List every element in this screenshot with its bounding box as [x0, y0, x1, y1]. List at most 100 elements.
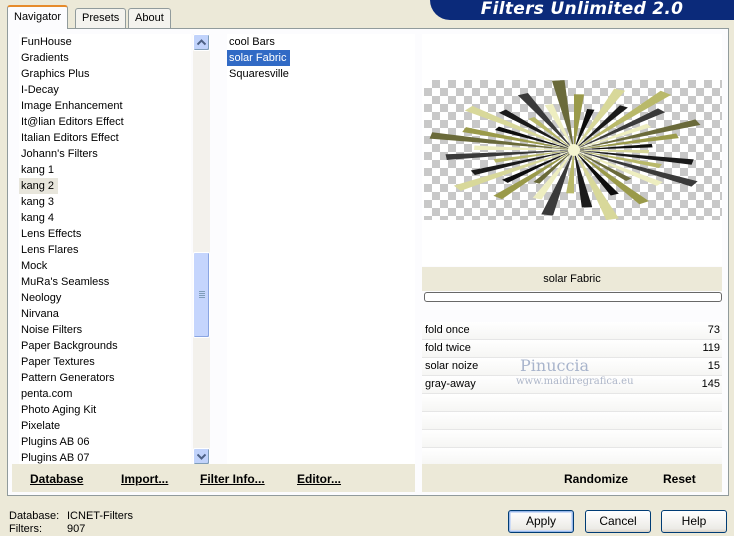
progress-bar [424, 292, 722, 302]
app-banner: Filters Unlimited 2.0 [430, 0, 734, 20]
category-item-label: Paper Backgrounds [21, 340, 118, 352]
param-row-empty [422, 394, 722, 412]
category-item-label: I-Decay [21, 84, 59, 96]
category-item-label: Noise Filters [21, 324, 83, 336]
param-row-empty [422, 412, 722, 430]
category-item[interactable]: Nirvana [19, 306, 191, 322]
category-item-label: penta.com [21, 388, 73, 400]
cancel-button[interactable]: Cancel [585, 510, 651, 533]
import-button[interactable]: Import... [121, 472, 168, 486]
category-item[interactable]: kang 2 [19, 178, 191, 194]
filter-item-label: cool Bars [229, 36, 275, 48]
category-item[interactable]: kang 4 [19, 210, 191, 226]
category-item[interactable]: Noise Filters [19, 322, 191, 338]
category-item-label: MuRa's Seamless [21, 276, 110, 288]
category-item[interactable]: Photo Aging Kit [19, 402, 191, 418]
category-item[interactable]: kang 1 [19, 162, 191, 178]
watermark-title: Pinuccia [520, 356, 590, 375]
parameter-list: fold once 73 fold twice 119 solar noize … [422, 322, 722, 466]
chevron-up-icon [197, 39, 206, 46]
help-button[interactable]: Help [661, 510, 727, 533]
category-item-label: Gradients [21, 52, 69, 64]
scroll-thumb[interactable] [193, 252, 210, 338]
category-item[interactable]: I-Decay [19, 82, 191, 98]
filters-count-label: Filters: [9, 523, 42, 535]
param-row-fold-once[interactable]: fold once 73 [422, 322, 722, 340]
category-item[interactable]: Mock [19, 258, 191, 274]
category-item-label: kang 1 [21, 164, 55, 176]
preview-filter-name: solar Fabric [422, 267, 722, 291]
apply-button[interactable]: Apply [508, 510, 574, 533]
database-label: Database: [9, 510, 60, 522]
filters-count-value: 907 [67, 523, 86, 535]
category-item[interactable]: Lens Flares [19, 242, 191, 258]
category-item[interactable]: Gradients [19, 50, 191, 66]
scroll-down-button[interactable] [193, 448, 210, 465]
category-item-label: Neology [21, 292, 62, 304]
tab-navigator[interactable]: Navigator [7, 5, 69, 29]
category-item-label: Italian Editors Effect [21, 132, 119, 144]
category-item[interactable]: Pattern Generators [19, 370, 191, 386]
category-list[interactable]: FunHouse Gradients Graphics Plus I-Decay Ima… [19, 34, 191, 466]
tab-about[interactable]: About [128, 8, 171, 28]
category-item-label: Nirvana [21, 308, 59, 320]
editor-button[interactable]: Editor... [297, 472, 341, 486]
category-item-label: Photo Aging Kit [21, 404, 97, 416]
param-row-empty [422, 430, 722, 448]
filter-info-button[interactable]: Filter Info... [200, 472, 265, 486]
category-item[interactable]: It@lian Editors Effect [19, 114, 191, 130]
category-item[interactable]: Paper Backgrounds [19, 338, 191, 354]
filter-item-label: solar Fabric [227, 50, 291, 66]
param-label: fold once [425, 324, 470, 336]
category-scrollbar[interactable] [193, 34, 210, 466]
category-item[interactable]: Pixelate [19, 418, 191, 434]
category-item[interactable]: Lens Effects [19, 226, 191, 242]
category-item-label: It@lian Editors Effect [21, 116, 124, 128]
category-item-label: kang 4 [21, 212, 55, 224]
category-item[interactable]: Italian Editors Effect [19, 130, 191, 146]
filter-item[interactable]: solar Fabric [227, 50, 415, 66]
category-item-label: Johann's Filters [21, 148, 98, 160]
category-item[interactable]: FunHouse [19, 34, 191, 50]
category-item[interactable]: Johann's Filters [19, 146, 191, 162]
scroll-up-button[interactable] [193, 34, 210, 51]
filter-item[interactable]: Squaresville [227, 66, 415, 82]
category-item[interactable]: Image Enhancement [19, 98, 191, 114]
sunburst-preview-graphic [429, 80, 701, 221]
category-item-label: Pattern Generators [21, 372, 115, 384]
param-value: 15 [707, 360, 720, 372]
category-item-label: FunHouse [21, 36, 72, 48]
database-button[interactable]: Database [30, 472, 83, 486]
filter-list[interactable]: cool Bars solar Fabric Squaresville [227, 34, 415, 466]
category-item[interactable]: Graphics Plus [19, 66, 191, 82]
randomize-button[interactable]: Randomize [564, 472, 628, 486]
category-item-label: Lens Effects [21, 228, 82, 240]
filter-item-label: Squaresville [229, 68, 289, 80]
category-item[interactable]: Paper Textures [19, 354, 191, 370]
preview-area [422, 34, 722, 266]
filter-item[interactable]: cool Bars [227, 34, 415, 50]
param-label: gray-away [425, 378, 476, 390]
category-item[interactable]: MuRa's Seamless [19, 274, 191, 290]
category-item[interactable]: kang 3 [19, 194, 191, 210]
reset-button[interactable]: Reset [663, 472, 696, 486]
param-value: 119 [702, 342, 720, 354]
preview-image [424, 80, 722, 221]
param-value: 73 [707, 324, 720, 336]
category-item[interactable]: penta.com [19, 386, 191, 402]
chevron-down-icon [197, 453, 206, 460]
category-item-label: Mock [21, 260, 48, 272]
param-label: fold twice [425, 342, 471, 354]
category-item-label: Image Enhancement [21, 100, 123, 112]
category-item[interactable]: Neology [19, 290, 191, 306]
category-item-label: Paper Textures [21, 356, 95, 368]
category-item-label: kang 3 [21, 196, 55, 208]
category-item[interactable]: Plugins AB 06 [19, 434, 191, 450]
category-item-label: Lens Flares [21, 244, 79, 256]
database-value: ICNET-Filters [67, 510, 133, 522]
category-item-label: Graphics Plus [21, 68, 90, 80]
param-label: solar noize [425, 360, 479, 372]
tab-presets[interactable]: Presets [75, 8, 127, 28]
category-item-label: kang 2 [19, 178, 59, 194]
param-value: 145 [701, 378, 720, 390]
